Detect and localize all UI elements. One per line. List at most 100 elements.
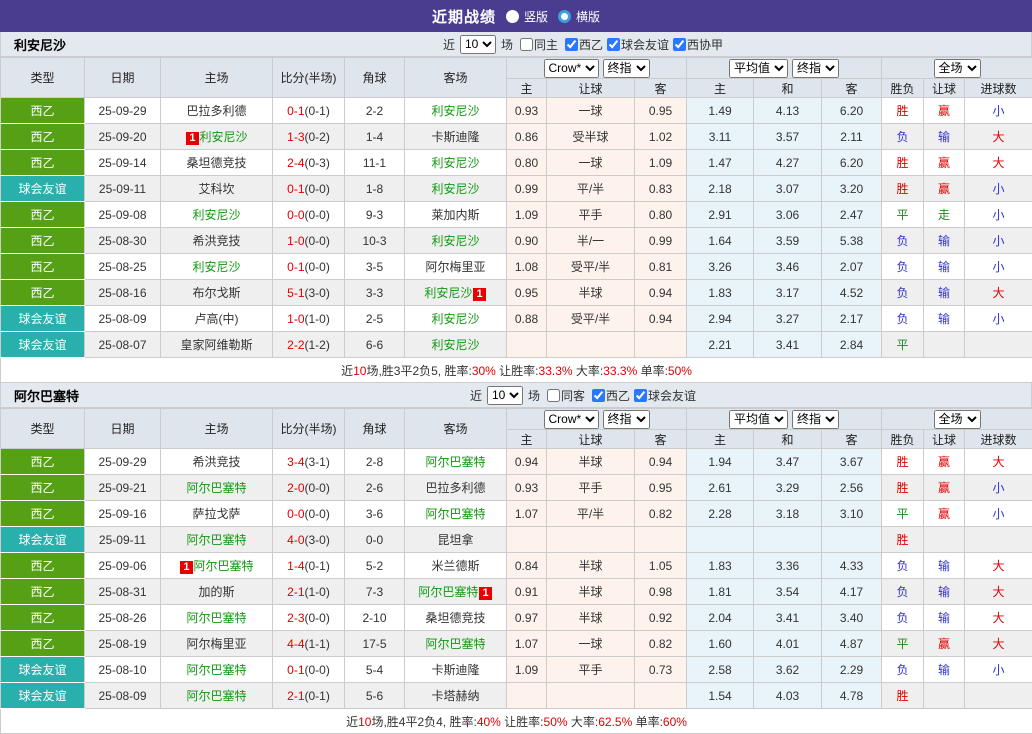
league-filter[interactable]: 球会友谊 (603, 36, 669, 53)
team-name[interactable]: 萨拉戈萨 (192, 507, 240, 521)
league-filter[interactable]: 球会友谊 (630, 387, 696, 404)
team-name[interactable]: 利安尼沙 (431, 104, 479, 118)
team-name[interactable]: 阿尔巴塞特 (186, 689, 246, 703)
result-outcome: 负 (881, 227, 925, 254)
team-name[interactable]: 阿尔巴塞特 (186, 533, 246, 547)
odds-handicap (546, 682, 635, 709)
team-name[interactable]: 巴拉多利德 (425, 481, 485, 495)
league-filter[interactable]: 西乙 (561, 36, 603, 53)
radio-option-vertical[interactable]: 竖版 (505, 8, 548, 25)
team-name[interactable]: 阿尔梅里亚 (425, 260, 485, 274)
team-name[interactable]: 希洪竞技 (192, 234, 240, 248)
team-name[interactable]: 利安尼沙 (431, 338, 479, 352)
team-name[interactable]: 利安尼沙 (431, 156, 479, 170)
team-name[interactable]: 希洪竞技 (192, 455, 240, 469)
type-badge: 西乙 (0, 578, 85, 605)
match-date: 25-09-20 (84, 123, 161, 150)
team-name[interactable]: 阿尔巴塞特 (425, 637, 485, 651)
team-name[interactable]: 桑坦德竞技 (425, 611, 485, 625)
team-name[interactable]: 卡斯迪隆 (431, 130, 479, 144)
scope-select[interactable]: 全场 (933, 409, 981, 429)
team-name[interactable]: 卡塔赫纳 (431, 689, 479, 703)
odds-handicap: 一球 (546, 149, 635, 176)
same-venue-checkbox[interactable] (546, 388, 560, 402)
avg-time-select[interactable]: 终指 (792, 409, 839, 429)
section-header-team2: 阿尔巴塞特 近 10 场 同客 西乙 球会友谊 (0, 383, 1032, 408)
fulltime-score: 0-0 (287, 207, 305, 222)
odds-away: 0.95 (634, 97, 687, 124)
team-name[interactable]: 利安尼沙 (431, 312, 479, 326)
league-checkbox[interactable] (634, 388, 648, 402)
same-venue-filter[interactable]: 同主 (516, 36, 558, 53)
team-name[interactable]: 莱加内斯 (431, 208, 479, 222)
team-name[interactable]: 阿尔巴塞特 (425, 507, 485, 521)
team-name[interactable]: 阿尔巴塞特 (425, 455, 485, 469)
average-select[interactable]: 平均值 (729, 409, 788, 429)
team-name[interactable]: 利安尼沙 (424, 286, 472, 300)
summary-text: 单率: (632, 714, 663, 729)
odds-time-select[interactable]: 终指 (602, 409, 650, 429)
avg-time-select[interactable]: 终指 (792, 58, 839, 78)
result-outcome: 负 (881, 656, 925, 683)
team-name[interactable]: 米兰德斯 (431, 559, 479, 573)
team-name[interactable]: 卡斯迪隆 (431, 663, 479, 677)
team-name[interactable]: 利安尼沙 (192, 208, 240, 222)
radio-checked-icon[interactable] (558, 9, 571, 23)
filters-bar: 近 10 场 同客 西乙 球会友谊 (135, 385, 1031, 405)
league-filters: 西乙 球会友谊 (588, 387, 696, 404)
fulltime-score: 1-3 (287, 129, 305, 144)
league-checkbox[interactable] (592, 388, 605, 402)
recent-count-select[interactable]: 10 (459, 34, 496, 54)
team-name[interactable]: 阿尔巴塞特 (186, 611, 246, 625)
games-suffix-label: 场 (527, 388, 540, 403)
radio-option-horizontal[interactable]: 横版 (558, 8, 600, 25)
team-name[interactable]: 艾科坎 (198, 182, 234, 196)
league-checkbox[interactable] (565, 37, 578, 51)
team-name[interactable]: 加的斯 (198, 585, 234, 599)
halftime-score: (1-2) (304, 337, 330, 352)
result-handicap: 赢 (923, 500, 966, 527)
team-name[interactable]: 阿尔梅里亚 (186, 637, 246, 651)
odds-home: 0.93 (506, 474, 547, 501)
score: 2-1(0-1) (272, 682, 345, 709)
league-checkbox[interactable] (673, 37, 687, 51)
league-filter[interactable]: 西乙 (588, 387, 630, 404)
team-name[interactable]: 利安尼沙 (431, 182, 479, 196)
result-outcome: 平 (881, 500, 925, 527)
fulltime-score: 0-1 (287, 181, 305, 196)
scope-select[interactable]: 全场 (933, 58, 981, 78)
table-row: 西乙 25-09-14 桑坦德竞技 2-4(0-3) 11-1 利安尼沙 0.80 一球 1.0… (0, 149, 1032, 176)
team-name[interactable]: 皇家阿维勒斯 (180, 338, 252, 352)
same-venue-filter[interactable]: 同客 (543, 387, 585, 404)
team-name[interactable]: 阿尔巴塞特 (186, 481, 246, 495)
team-name[interactable]: 阿尔巴塞特 (194, 559, 254, 573)
type-badge: 西乙 (0, 474, 85, 501)
odds-home: 0.99 (506, 175, 547, 202)
team-name[interactable]: 卢高(中) (195, 312, 239, 326)
home-team: 阿尔巴塞特 (160, 526, 273, 553)
league-checkbox[interactable] (607, 37, 621, 51)
average-select[interactable]: 平均值 (729, 58, 788, 78)
same-venue-checkbox[interactable] (519, 37, 533, 51)
team-name[interactable]: 桑坦德竞技 (186, 156, 246, 170)
team-name[interactable]: 利安尼沙 (192, 260, 240, 274)
summary-text: 10 (353, 363, 367, 378)
summary-text: 近 (346, 714, 359, 729)
team-name[interactable]: 利安尼沙 (200, 130, 248, 144)
match-date: 25-09-21 (84, 474, 161, 501)
league-filter[interactable]: 西协甲 (669, 36, 723, 53)
team-name[interactable]: 阿尔巴塞特 (418, 585, 478, 599)
team-name[interactable]: 巴拉多利德 (186, 104, 246, 118)
team-name[interactable]: 昆坦拿 (437, 533, 473, 547)
radio-unchecked-icon[interactable] (505, 9, 519, 23)
team-name[interactable]: 布尔戈斯 (192, 286, 240, 300)
recent-count-select[interactable]: 10 (486, 385, 523, 405)
bookmaker-select[interactable]: Crow* (543, 409, 599, 429)
avg-odds-header: 平均值 终指 (685, 57, 883, 79)
match-date: 25-08-09 (84, 305, 161, 332)
team-name[interactable]: 利安尼沙 (431, 234, 479, 248)
odds-time-select[interactable]: 终指 (602, 58, 650, 78)
bookmaker-select[interactable]: Crow* (543, 58, 599, 78)
table-row: 球会友谊 25-08-09 卢高(中) 1-0(1-0) 2-5 利安尼沙 0.88 受平/半… (0, 305, 1032, 332)
team-name[interactable]: 阿尔巴塞特 (186, 663, 246, 677)
